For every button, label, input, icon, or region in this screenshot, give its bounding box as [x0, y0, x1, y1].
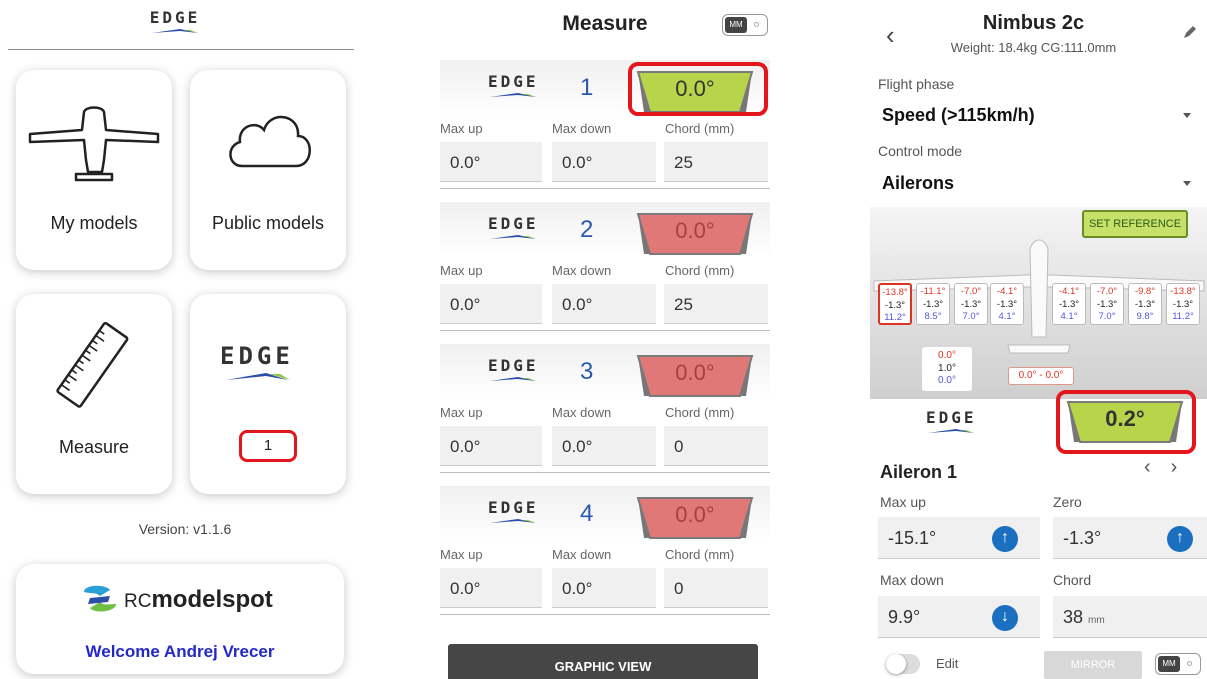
- max-up-field[interactable]: 0.0°: [440, 142, 542, 182]
- control-surface-readout[interactable]: -4.1° -1.3° 4.1°: [990, 283, 1024, 325]
- arrow-up-icon[interactable]: ↑: [1167, 526, 1193, 552]
- edge-logo: EDGE: [488, 214, 539, 241]
- control-surface-readout[interactable]: -13.8° -1.3° 11.2°: [878, 283, 912, 325]
- home-screen: EDGE My models Public models Measure EDG…: [0, 0, 370, 679]
- unit-number: 4: [580, 500, 594, 527]
- rcmodelspot-logo-icon: [84, 585, 116, 612]
- model-detail-screen: ‹ Nimbus 2c Weight: 18.4kg CG:111.0mm Fl…: [860, 0, 1207, 679]
- sensor-unit-3: EDGE 3 0.0° Max up Max down Chord (mm) 0…: [420, 344, 790, 484]
- highlight-box: [628, 62, 768, 116]
- version-text: Version: v1.1.6: [138, 521, 232, 537]
- caret-down-icon: [1183, 181, 1191, 186]
- chevron-right-icon[interactable]: ›: [1171, 456, 1198, 478]
- unit-number: 1: [580, 74, 594, 101]
- max-down-field[interactable]: 0.0°: [552, 568, 656, 608]
- chord-field[interactable]: 25: [664, 142, 768, 182]
- control-mode-label: Control mode: [878, 143, 963, 159]
- swoosh-icon: [490, 93, 537, 97]
- pencil-icon[interactable]: [1182, 24, 1198, 40]
- my-models-tile[interactable]: My models: [16, 70, 172, 270]
- model-name: Nimbus 2c: [982, 12, 1085, 34]
- edit-label: Edit: [936, 656, 959, 671]
- edge-logo: EDGE: [488, 356, 539, 383]
- sensor-unit-2: EDGE 2 0.0° Max up Max down Chord (mm) 0…: [420, 202, 790, 342]
- max-down-field[interactable]: 0.0°: [552, 426, 656, 466]
- edge-logo: EDGE: [140, 8, 210, 35]
- arrow-down-icon[interactable]: ↓: [992, 605, 1018, 631]
- tile-label: Public models: [211, 213, 325, 233]
- ruler-icon: [56, 321, 129, 408]
- max-up-field[interactable]: 0.0°: [440, 568, 542, 608]
- control-surface-readout[interactable]: -7.0° -1.3° 7.0°: [1090, 283, 1124, 325]
- welcome-text: Welcome Andrej Vrecer: [85, 642, 275, 661]
- sensor-unit-4: EDGE 4 0.0° Max up Max down Chord (mm) 0…: [420, 486, 790, 626]
- swoosh-icon: [490, 377, 537, 381]
- set-reference-button[interactable]: SET REFERENCE: [1082, 210, 1188, 238]
- public-models-tile[interactable]: Public models: [190, 70, 346, 270]
- flight-phase-select[interactable]: Speed (>115km/h): [882, 105, 1197, 126]
- angle-display: 0.0°: [630, 494, 760, 540]
- arrow-up-icon[interactable]: ↑: [992, 526, 1018, 552]
- sensor-unit-1: EDGE 1 0.0° Max up Max down Chord (mm) 0…: [420, 60, 790, 200]
- chord-field[interactable]: 0: [664, 568, 768, 608]
- max-down-field[interactable]: 0.0°: [552, 284, 656, 324]
- swoosh-icon: [490, 519, 537, 523]
- highlight-box: [1056, 390, 1196, 454]
- chord-field[interactable]: 25: [664, 284, 768, 324]
- unit-toggle[interactable]: MM: [722, 14, 768, 36]
- control-mode-select[interactable]: Ailerons: [882, 173, 1197, 194]
- edge-logo: EDGE: [220, 342, 294, 382]
- cloud-icon: [229, 115, 311, 168]
- device-count-badge: 1: [239, 430, 297, 462]
- max-up-field[interactable]: 0.0°: [440, 284, 542, 324]
- swoosh-icon: [490, 235, 537, 239]
- unit-toggle[interactable]: MM: [1155, 653, 1201, 675]
- edge-logo: EDGE: [488, 72, 539, 99]
- edge-logo: EDGE: [926, 408, 977, 435]
- measure-screen: Measure MM EDGE 1 0.0° Max up Max down C…: [420, 0, 790, 679]
- rcmodelspot-card[interactable]: RCmodelspot Welcome Andrej Vrecer: [16, 564, 344, 674]
- model-info: Weight: 18.4kg CG:111.0mm: [950, 40, 1117, 55]
- swoosh-icon: [225, 373, 290, 380]
- edge-logo: EDGE: [488, 498, 539, 525]
- elevator-readout[interactable]: 0.0° 1.0° 0.0°: [922, 347, 972, 391]
- control-surface-readout[interactable]: -4.1° -1.3° 4.1°: [1052, 283, 1086, 325]
- swoosh-icon: [152, 29, 198, 33]
- tile-label: My models: [50, 213, 138, 233]
- chord-field[interactable]: 38 mm: [1053, 596, 1207, 638]
- swoosh-icon: [928, 429, 975, 433]
- edge-device-tile[interactable]: EDGE 1: [190, 294, 346, 494]
- tile-label: Measure: [58, 437, 130, 457]
- unit-number: 2: [580, 216, 594, 243]
- unit-number: 3: [580, 358, 594, 385]
- edit-toggle[interactable]: [886, 654, 920, 674]
- caret-down-icon: [1183, 113, 1191, 118]
- max-up-field[interactable]: 0.0°: [440, 426, 542, 466]
- surface-nav[interactable]: ‹›: [1144, 456, 1197, 479]
- chord-field[interactable]: 0: [664, 426, 768, 466]
- surface-title: Aileron 1: [880, 462, 958, 482]
- chevron-left-icon[interactable]: ‹: [1144, 456, 1171, 478]
- rudder-readout[interactable]: 0.0° - 0.0°: [1008, 367, 1074, 385]
- measure-tile[interactable]: Measure: [16, 294, 172, 494]
- airplane-icon: [28, 106, 160, 182]
- control-surface-readout[interactable]: -9.8° -1.3° 9.8°: [1128, 283, 1162, 325]
- max-down-field[interactable]: 0.0°: [552, 142, 656, 182]
- mirror-button[interactable]: MIRROR: [1044, 651, 1142, 679]
- flight-phase-label: Flight phase: [878, 76, 955, 92]
- angle-display: 0.0°: [630, 210, 760, 256]
- rcmodelspot-brand: RCmodelspot: [124, 586, 273, 613]
- control-surface-readout[interactable]: -11.1° -1.3° 8.5°: [916, 283, 950, 325]
- header-divider: [8, 49, 354, 50]
- graphic-view-button[interactable]: GRAPHIC VIEW: [448, 644, 758, 679]
- control-surface-readout[interactable]: -7.0° -1.3° 7.0°: [954, 283, 988, 325]
- control-surface-readout[interactable]: -13.8° -1.3° 11.2°: [1166, 283, 1200, 325]
- angle-display: 0.0°: [630, 352, 760, 398]
